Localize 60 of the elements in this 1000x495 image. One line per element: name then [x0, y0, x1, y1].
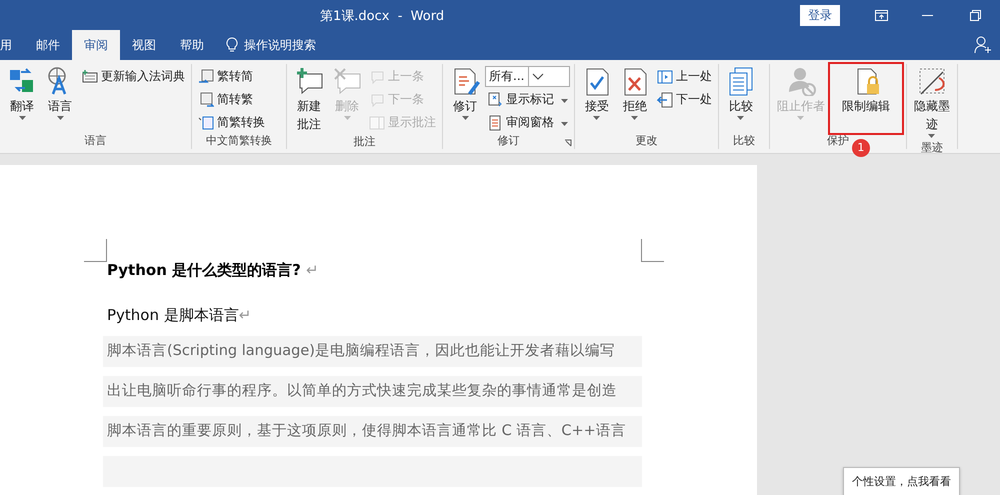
ribbon-tab[interactable]: 邮件	[24, 30, 72, 60]
person-add-icon[interactable]	[974, 36, 992, 54]
document-heading: Python 是什么类型的语言? ↵	[107, 261, 320, 280]
restore-icon[interactable]	[970, 10, 980, 20]
group-label: 比较	[732, 133, 755, 149]
comment-previous-icon	[369, 68, 385, 84]
minimize-icon[interactable]	[922, 14, 932, 16]
group-label: 墨迹	[920, 140, 943, 156]
convert-icon	[198, 92, 214, 108]
convert-icon	[198, 68, 214, 84]
ribbon-button[interactable]: 更新输入法词典	[80, 66, 187, 87]
dialog-launcher-icon[interactable]	[564, 139, 572, 147]
ribbon-button[interactable]: 审阅窗格	[485, 112, 570, 133]
comments-pane-icon	[369, 114, 385, 130]
group-label: 语言	[84, 133, 106, 149]
convert-icon	[198, 114, 214, 130]
ribbon-tab[interactable]: 视图	[120, 30, 168, 60]
ribbon-button[interactable]: 翻译	[4, 64, 40, 133]
step-badge: 1	[852, 139, 870, 157]
lightbulb-icon	[226, 37, 238, 53]
group-label: 保护	[826, 133, 849, 149]
ribbon-button[interactable]: 拒绝	[616, 64, 653, 133]
markup-dropdown[interactable]: 所有...	[485, 66, 570, 87]
comment-add-icon	[294, 66, 324, 96]
ribbon-tab[interactable]: 帮助	[168, 30, 216, 60]
ribbon-button[interactable]: 简繁转换	[196, 112, 267, 133]
document-lines-icon	[487, 114, 503, 130]
group-label: 批注	[354, 134, 376, 150]
ribbon-button[interactable]: 上一处	[654, 66, 714, 87]
keyboard-icon	[82, 68, 98, 84]
group-label: 更改	[635, 133, 658, 149]
comment-next-icon	[369, 92, 385, 108]
ribbon-button[interactable]: 新建 批注	[291, 64, 327, 134]
ribbon-button[interactable]: 语言	[42, 64, 78, 133]
tooltip: 个性设置，点我看看	[843, 467, 960, 495]
crop-mark	[641, 239, 664, 262]
markup-icon	[487, 92, 503, 108]
ribbon-button[interactable]: 简转繁	[196, 89, 267, 110]
window-title: 第1课.docx - Word	[320, 8, 444, 25]
ribbon-button[interactable]: 修订	[447, 64, 483, 133]
ink-pen-icon	[916, 66, 947, 96]
ribbon-button[interactable]: 繁转简	[196, 66, 267, 87]
comment-delete-icon	[332, 66, 362, 96]
ribbon-tab[interactable]: 用	[0, 30, 24, 60]
ribbon-button[interactable]: 比较	[722, 64, 759, 133]
group-label: 修订	[497, 133, 520, 149]
ribbon-button[interactable]: 下一处	[654, 89, 714, 110]
ribbon-button[interactable]: 限制编辑	[830, 64, 902, 133]
ribbon-tab[interactable]: 审阅	[72, 30, 120, 60]
login-button[interactable]: 登录	[800, 4, 840, 26]
crop-mark	[84, 239, 107, 262]
ribbon-display-icon[interactable]	[874, 10, 888, 20]
pane-icon	[656, 68, 673, 84]
ribbon-button[interactable]: 隐藏墨 迹	[910, 64, 953, 140]
ribbon-button[interactable]: 显示标记	[485, 89, 570, 110]
group-label: 中文简繁转换	[206, 133, 272, 149]
ribbon-button[interactable]: 接受	[578, 64, 615, 133]
document-paragraph: Python 是脚本语言↵	[107, 306, 252, 325]
previous-change-icon	[656, 92, 673, 108]
search-field[interactable]: 操作说明搜索	[244, 36, 316, 54]
